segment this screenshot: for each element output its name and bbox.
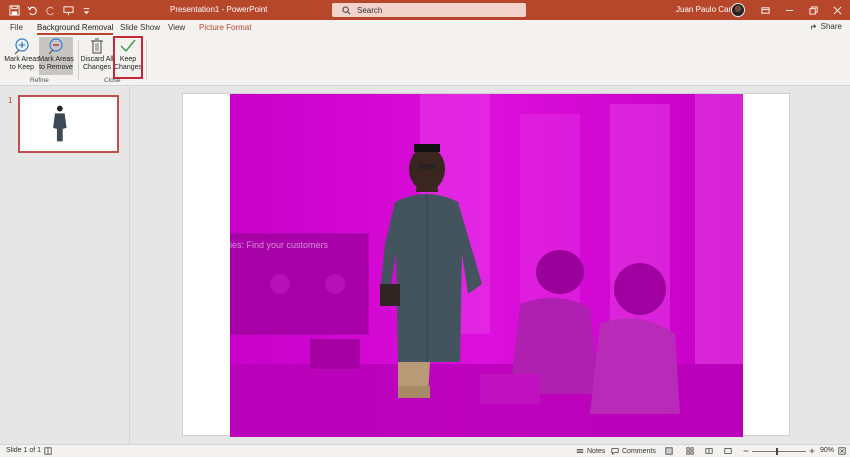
tab-view[interactable]: View <box>168 23 185 32</box>
tab-slide-show[interactable]: Slide Show <box>120 23 160 32</box>
keep-changes-label: Keep Changes <box>113 56 143 71</box>
search-input[interactable]: Search <box>332 3 526 17</box>
group-separator <box>146 40 147 80</box>
minimize-icon[interactable] <box>782 3 796 17</box>
slide-sorter-icon[interactable] <box>686 447 694 455</box>
search-placeholder: Search <box>357 5 383 15</box>
share-icon <box>810 23 816 29</box>
share-button[interactable]: Share <box>810 22 842 31</box>
notes-icon <box>576 449 584 453</box>
zoom-slider[interactable] <box>752 451 806 452</box>
discard-all-changes-button[interactable]: Discard All Changes <box>80 37 114 75</box>
redo-icon[interactable] <box>44 4 56 16</box>
checkmark-icon <box>118 37 138 55</box>
zoom-in-icon[interactable] <box>808 447 816 455</box>
mark-areas-to-keep-button[interactable]: Mark Areas to Keep <box>4 37 40 75</box>
thumbnail-preview <box>20 97 117 151</box>
group-label-close: Close <box>104 77 121 84</box>
group-separator <box>78 40 79 80</box>
close-icon[interactable] <box>830 3 844 17</box>
comments-button[interactable]: Comments <box>611 447 656 455</box>
slide-editing-area: ies: Find your customers <box>131 87 850 444</box>
search-icon <box>342 5 351 14</box>
keep-changes-button[interactable]: Keep Changes <box>113 36 143 79</box>
zoom-out-icon[interactable] <box>742 447 750 455</box>
mark-remove-label: Mark Areas to Remove <box>38 56 74 71</box>
notes-button[interactable]: Notes <box>576 447 605 455</box>
slide-canvas[interactable]: ies: Find your customers <box>182 93 790 437</box>
comments-label: Comments <box>622 447 656 455</box>
save-icon[interactable] <box>8 4 20 16</box>
zoom-level[interactable]: 90% <box>820 447 834 454</box>
present-icon[interactable] <box>62 4 74 16</box>
notes-label: Notes <box>587 447 606 455</box>
pencil-plus-icon <box>12 37 32 55</box>
slide-thumbnail[interactable] <box>18 95 119 153</box>
ribbon: Mark Areas to Keep Mark Areas to Remove … <box>0 36 850 86</box>
avatar[interactable] <box>731 3 745 17</box>
share-label: Share <box>820 22 842 31</box>
comments-icon <box>611 448 619 455</box>
tab-picture-format[interactable]: Picture Format <box>199 23 251 32</box>
title-bar: Presentation1 - PowerPoint Search Juan P… <box>0 0 850 20</box>
accessibility-icon[interactable] <box>44 447 52 455</box>
reading-view-icon[interactable] <box>705 447 713 455</box>
background-removal-image[interactable] <box>230 94 743 437</box>
ribbon-tabs: File Background Removal Slide Show View … <box>0 20 850 36</box>
ribbon-display-icon[interactable] <box>758 3 772 17</box>
slideshow-view-icon[interactable] <box>724 447 732 455</box>
restore-icon[interactable] <box>806 3 820 17</box>
group-label-refine: Refine <box>30 77 49 84</box>
screen-text: ies: Find your customers <box>230 240 329 250</box>
undo-icon[interactable] <box>26 4 38 16</box>
tab-file[interactable]: File <box>10 23 23 32</box>
normal-view-icon[interactable] <box>665 447 673 455</box>
slide-thumbnail-pane: 1 <box>0 87 130 444</box>
discard-label: Discard All Changes <box>80 56 114 71</box>
status-bar: Slide 1 of 1 Notes Comments 90% <box>0 444 850 457</box>
pencil-minus-icon <box>46 37 66 55</box>
document-title: Presentation1 - PowerPoint <box>170 5 268 14</box>
trash-icon <box>87 37 107 55</box>
mark-keep-label: Mark Areas to Keep <box>4 56 40 71</box>
zoom-slider-thumb[interactable] <box>776 448 778 455</box>
customize-qat-icon[interactable] <box>80 4 92 16</box>
slide-number: 1 <box>8 96 13 105</box>
tab-background-removal[interactable]: Background Removal <box>37 23 114 35</box>
mark-areas-to-remove-button[interactable]: Mark Areas to Remove <box>38 37 74 75</box>
fit-to-window-icon[interactable] <box>838 447 846 455</box>
slide-info: Slide 1 of 1 <box>6 447 42 454</box>
